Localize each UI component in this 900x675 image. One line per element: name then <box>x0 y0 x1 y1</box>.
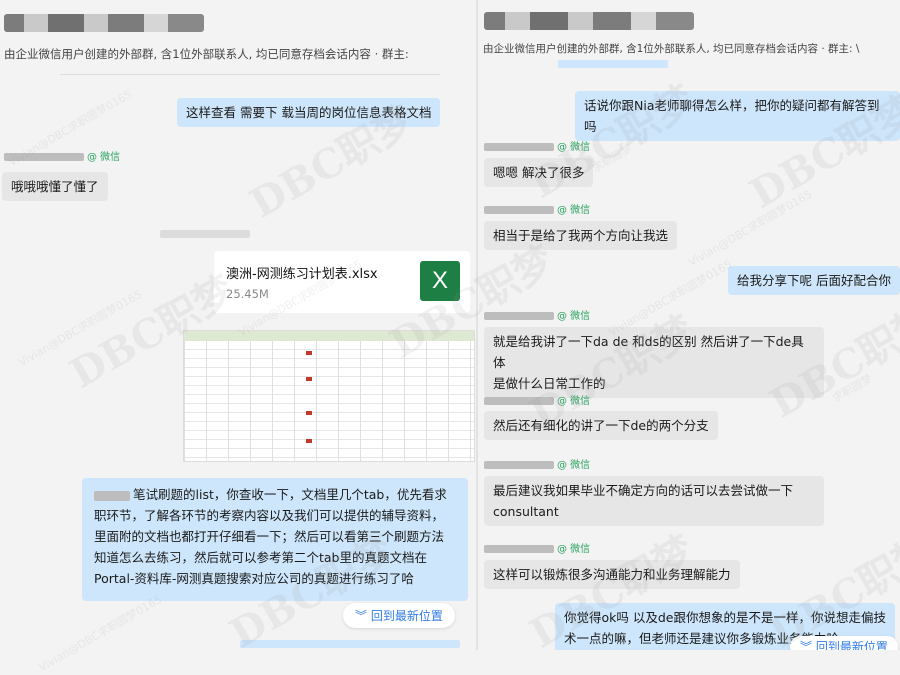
chat-header: 由企业微信用户创建的外部群, 含1位外部联系人, 均已同意存档会话内容 · 群主… <box>0 0 476 66</box>
sender-name-redacted <box>484 206 554 214</box>
chevron-down-icon: ︾ <box>800 640 816 650</box>
message-bubble-incoming: 这样可以锻炼很多沟通能力和业务理解能力 <box>484 560 740 589</box>
spreadsheet-preview-image[interactable] <box>183 330 475 462</box>
header-divider <box>60 74 440 75</box>
message-bubble-outgoing: 这样查看 需要下 载当周的岗位信息表格文档 <box>177 98 441 127</box>
chat-header: 由企业微信用户创建的外部群, 含1位外部联系人, 均已同意存档会话内容 · 群主… <box>478 0 900 58</box>
message-bubble-outgoing: 话说你跟Nia老师聊得怎么样，把你的疑问都有解答到吗 <box>575 91 900 141</box>
spreadsheet-mark <box>306 377 312 381</box>
sender-name-redacted <box>484 397 554 405</box>
message-text: 是做什么日常工作的 <box>493 376 606 391</box>
spreadsheet-mark <box>306 439 312 443</box>
message-bubble-incoming: 就是给我讲了一下da de 和ds的区别 然后讲了一下de具体 是做什么日常工作… <box>484 327 824 398</box>
sender-source: @ 微信 <box>557 311 591 322</box>
sender-name: @ 微信 <box>484 392 590 407</box>
sender-source: @ 微信 <box>557 460 591 471</box>
back-to-latest-button[interactable]: ︾ 回到最新位置 <box>790 636 898 650</box>
spreadsheet-mark <box>306 351 312 355</box>
group-title-redacted <box>4 14 204 32</box>
left-chat-panel: 由企业微信用户创建的外部群, 含1位外部联系人, 均已同意存档会话内容 · 群主… <box>0 0 476 650</box>
spreadsheet-mark <box>306 411 312 415</box>
back-to-latest-label: 回到最新位置 <box>370 609 443 623</box>
group-title-redacted <box>484 12 694 30</box>
sender-name: @ 微信 <box>484 307 590 322</box>
message-bubble-incoming: 嗯嗯 解决了很多 <box>484 158 594 187</box>
message-bubble-outgoing: 给我分享下呢 后面好配合你 <box>728 266 900 295</box>
message-bubble-outgoing: 笔试刷题的list，你查收一下，文档里几个tab，优先看求职环节，了解各环节的考… <box>82 478 468 601</box>
sender-name: @ 微信 <box>484 540 590 555</box>
message-bubble-incoming: 相当于是给了我两个方向让我选 <box>484 221 678 250</box>
sender-source: @ 微信 <box>557 544 591 555</box>
message-text: consultant <box>493 504 559 519</box>
back-to-latest-label: 回到最新位置 <box>815 640 888 650</box>
sender-name-redacted <box>484 545 554 553</box>
sender-source: @ 微信 <box>557 142 591 153</box>
mention-redacted <box>94 490 130 501</box>
file-attachment[interactable]: 澳洲-网测练习计划表.xlsx 25.45M X <box>214 251 470 313</box>
sender-name: @ 微信 <box>4 148 120 163</box>
message-bubble-incoming: 哦哦哦懂了懂了 <box>2 172 108 201</box>
spreadsheet-header-row <box>184 331 474 341</box>
message-text: 最后建议我如果毕业不确定方向的话可以去尝试做一下 <box>493 483 794 498</box>
sender-name-redacted <box>484 312 554 320</box>
message-bubble-incoming: 然后还有细化的讲了一下de的两个分支 <box>484 411 718 440</box>
message-text: 你觉得ok吗 以及de跟你想象的是不是一样，你说想走偏技 <box>564 610 886 625</box>
sender-name-redacted <box>484 461 554 469</box>
file-name: 澳洲-网测练习计划表.xlsx <box>226 267 378 282</box>
group-subtitle: 由企业微信用户创建的外部群, 含1位外部联系人, 均已同意存档会话内容 · 群主… <box>4 47 409 61</box>
message-text: 笔试刷题的list，你查收一下，文档里几个tab，优先看求职环节，了解各环节的考… <box>94 487 447 586</box>
message-bubble-outgoing-partial <box>240 640 460 648</box>
message-bubble-outgoing-partial <box>558 60 668 68</box>
file-size: 25.45M <box>226 287 269 301</box>
excel-file-icon: X <box>420 261 460 301</box>
sender-name-redacted <box>484 143 554 151</box>
sender-name: @ 微信 <box>484 138 590 153</box>
message-bubble-incoming: 最后建议我如果毕业不确定方向的话可以去尝试做一下 consultant <box>484 476 824 526</box>
spreadsheet-grid <box>184 331 474 461</box>
sender-source: @ 微信 <box>87 152 121 163</box>
sender-source: @ 微信 <box>557 205 591 216</box>
chevron-down-icon: ︾ <box>355 609 371 623</box>
sender-name-redacted <box>160 230 250 238</box>
sender-name-redacted <box>4 153 84 161</box>
message-text: 就是给我讲了一下da de 和ds的区别 然后讲了一下de具体 <box>493 334 804 370</box>
back-to-latest-button[interactable]: ︾ 回到最新位置 <box>343 603 455 628</box>
group-subtitle: 由企业微信用户创建的外部群, 含1位外部联系人, 均已同意存档会话内容 · 群主… <box>483 43 860 55</box>
sender-name: @ 微信 <box>484 201 590 216</box>
right-chat-panel: 由企业微信用户创建的外部群, 含1位外部联系人, 均已同意存档会话内容 · 群主… <box>478 0 900 650</box>
sender-name: @ 微信 <box>484 456 590 471</box>
sender-source: @ 微信 <box>557 396 591 407</box>
